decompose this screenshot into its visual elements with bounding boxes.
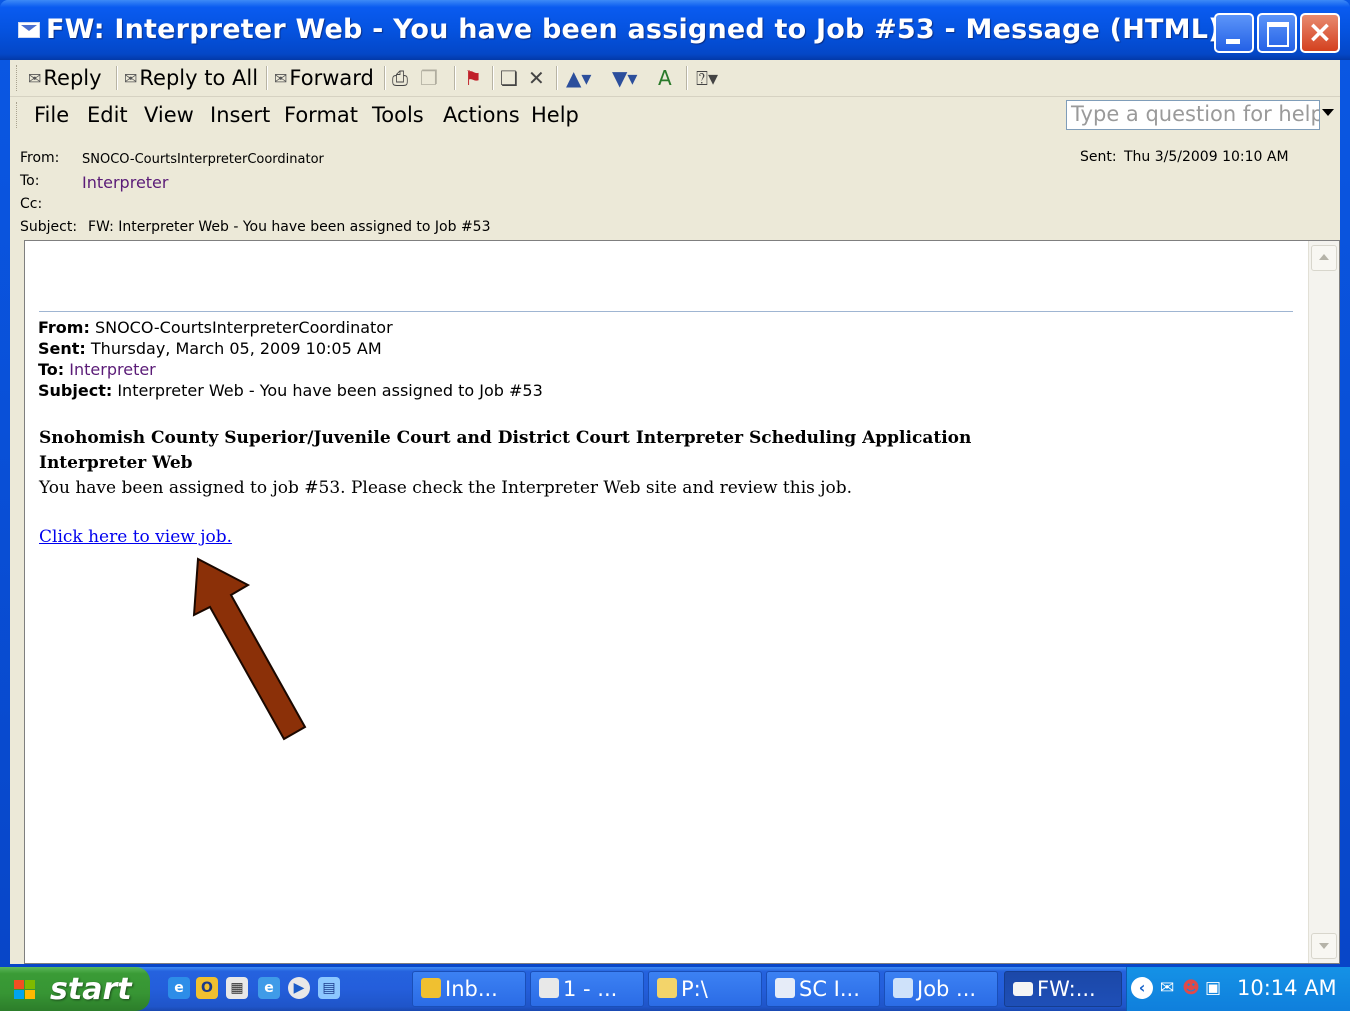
envelope-icon [1013, 982, 1033, 996]
toolbar-separator [384, 66, 386, 90]
forward-button[interactable]: ✉ Forward [274, 63, 374, 93]
move-to-folder-icon[interactable]: ❏ [500, 63, 518, 93]
menu-insert[interactable]: Insert [210, 103, 270, 127]
cc-label: Cc: [20, 196, 43, 212]
outlook-icon [421, 978, 441, 998]
menu-bar: File Edit View Insert Format Tools Actio… [10, 97, 1340, 135]
window-client: ✉ Reply ✉ Reply to All ✉ Forward ⎙ ❐ ⚑ ❏ ✕ … [10, 60, 1340, 964]
message-body[interactable]: From: SNOCO-CourtsInterpreterCoordinator… [24, 240, 1340, 964]
envelope-icon [18, 22, 40, 38]
outlook-icon[interactable]: O [196, 977, 218, 999]
sent-label: Sent: [1080, 149, 1117, 165]
show-hidden-icons-icon[interactable]: ‹ [1131, 977, 1153, 999]
ask-question-input[interactable]: Type a question for help [1066, 100, 1320, 130]
subject-value: FW: Interpreter Web - You have been assi… [88, 219, 491, 235]
from-label: From: [20, 150, 60, 166]
menu-edit[interactable]: Edit [87, 103, 128, 127]
reply-all-icon: ✉ [124, 68, 138, 88]
toolbar-separator [686, 66, 688, 90]
print-icon[interactable]: ⎙ [392, 63, 408, 93]
menu-format[interactable]: Format [284, 103, 358, 127]
mail-notification-icon[interactable]: ✉ [1157, 978, 1177, 998]
clock[interactable]: 10:14 AM [1237, 976, 1337, 1000]
message-window: FW: Interpreter Web - You have been assi… [0, 0, 1350, 967]
messenger-icon[interactable]: ☻ [1181, 978, 1201, 998]
close-button[interactable]: × [1300, 13, 1340, 53]
subject-label: Subject: [20, 219, 78, 235]
system-tray: ‹ ✉ ☻ ▣ 10:14 AM [1126, 967, 1350, 1011]
show-desktop-icon[interactable]: ▤ [318, 977, 340, 999]
toolbar-separator [492, 66, 494, 90]
sent-value: Thu 3/5/2009 10:10 AM [1124, 149, 1289, 165]
taskbar-item-folder[interactable]: P:\ [648, 971, 762, 1007]
annotation-arrow [192, 557, 307, 741]
menubar-grip[interactable] [16, 102, 20, 128]
window-title: FW: Interpreter Web - You have been assi… [46, 14, 1221, 45]
media-player-icon[interactable]: ▶ [288, 977, 310, 999]
taskbar-item-word[interactable]: SC I... [766, 971, 880, 1007]
toolbar-separator [116, 66, 118, 90]
maximize-button[interactable] [1257, 13, 1297, 53]
taskbar-item-job[interactable]: Job ... [884, 971, 998, 1007]
to-value[interactable]: Interpreter [82, 173, 168, 192]
windows-logo-icon [14, 980, 36, 1000]
reply-button[interactable]: ✉ Reply [28, 63, 102, 93]
help-icon[interactable]: ⍰▾ [696, 63, 718, 93]
standard-toolbar: ✉ Reply ✉ Reply to All ✉ Forward ⎙ ❐ ⚑ ❏ ✕ … [10, 60, 1340, 97]
toolbar-separator [454, 66, 456, 90]
from-value[interactable]: SNOCO-CourtsInterpreterCoordinator [82, 152, 324, 167]
toolbar-grip[interactable] [16, 65, 20, 91]
word-document-icon [775, 978, 795, 998]
taskbar-item-message[interactable]: FW:... [1004, 971, 1122, 1007]
taskbar-item-inbox[interactable]: Inb... [412, 971, 526, 1007]
menu-actions[interactable]: Actions [443, 103, 520, 127]
menu-help[interactable]: Help [531, 103, 579, 127]
start-button[interactable]: start [0, 967, 150, 1011]
message-header: From: SNOCO-CourtsInterpreterCoordinator… [10, 136, 1340, 240]
delete-icon[interactable]: ✕ [528, 63, 545, 93]
close-icon: × [1307, 15, 1333, 50]
next-item-icon[interactable]: ▼▾ [612, 63, 637, 93]
reply-all-button[interactable]: ✉ Reply to All [124, 63, 258, 93]
chevron-down-icon[interactable] [1322, 109, 1334, 116]
flag-icon[interactable]: ⚑ [464, 63, 482, 93]
folder-icon [657, 978, 677, 998]
browser-icon[interactable]: e [258, 977, 280, 999]
previous-item-icon[interactable]: ▲▾ [566, 63, 591, 93]
toolbar-separator [556, 66, 558, 90]
to-label: To: [20, 173, 40, 189]
scroll-up-button[interactable] [1311, 245, 1337, 271]
browser-icon [893, 978, 913, 998]
network-icon[interactable]: ▣ [1203, 978, 1223, 998]
calendar-icon [539, 978, 559, 998]
taskbar-item-calendar[interactable]: 1 - ... [530, 971, 644, 1007]
minimize-button[interactable] [1214, 13, 1254, 53]
reply-icon: ✉ [28, 68, 42, 88]
menu-file[interactable]: File [34, 103, 69, 127]
menu-view[interactable]: View [144, 103, 194, 127]
start-label: start [50, 972, 132, 1007]
scroll-down-button[interactable] [1311, 933, 1337, 959]
title-bar[interactable]: FW: Interpreter Web - You have been assi… [0, 0, 1350, 60]
taskbar: start e O ▦ e ▶ ▤ Inb... 1 - ... P:\ SC … [0, 967, 1350, 1011]
vertical-scrollbar[interactable] [1308, 241, 1339, 963]
toolbar-separator [266, 66, 268, 90]
copy-icon[interactable]: ❐ [420, 63, 438, 93]
annotation-arrow-shape [192, 557, 307, 741]
menu-tools[interactable]: Tools [372, 103, 424, 127]
calendar-icon[interactable]: ▦ [226, 977, 248, 999]
address-book-icon[interactable]: A [658, 63, 672, 93]
internet-explorer-icon[interactable]: e [168, 977, 190, 999]
forward-icon: ✉ [274, 68, 288, 88]
